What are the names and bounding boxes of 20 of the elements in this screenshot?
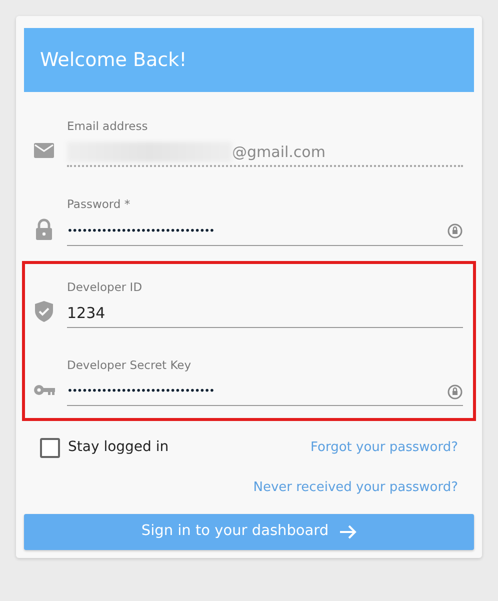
lock-icon	[33, 218, 55, 240]
reveal-password-icon[interactable]	[447, 384, 463, 400]
sign-in-button[interactable]: Sign in to your dashboard	[24, 514, 474, 550]
text-field[interactable]: 1234	[67, 300, 463, 328]
password-field[interactable]: ••••••••••••••••••••••••••••••	[67, 378, 463, 406]
email-field[interactable]: @gmail.com	[67, 139, 463, 168]
password-field[interactable]: ••••••••••••••••••••••••••••••	[67, 218, 463, 246]
never-received-password-link[interactable]: Never received your password?	[253, 478, 458, 498]
stay-logged-in-label: Stay logged in	[68, 438, 169, 457]
field-label: Developer ID	[67, 278, 142, 296]
shield-check-icon	[33, 300, 55, 322]
reveal-password-icon[interactable]	[447, 223, 463, 239]
arrow-right-icon	[338, 524, 357, 540]
key-icon	[33, 384, 55, 396]
field-label: Developer Secret Key	[67, 356, 192, 374]
field-label: Password *	[67, 196, 130, 214]
stay-logged-in-checkbox[interactable]	[40, 438, 60, 458]
forgot-password-link[interactable]: Forgot your password?	[310, 438, 458, 458]
field-label: Email address	[67, 118, 148, 135]
header-title: Welcome Back!	[40, 48, 187, 73]
